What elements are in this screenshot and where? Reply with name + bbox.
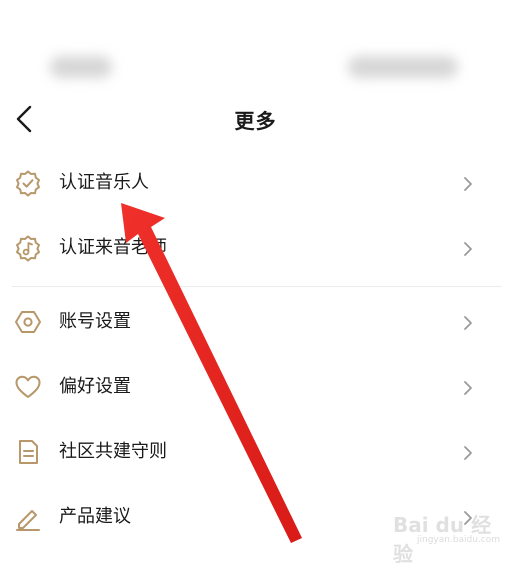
chevron-right-icon bbox=[464, 242, 472, 256]
status-bar bbox=[0, 0, 511, 100]
menu-item-label: 账号设置 bbox=[59, 311, 131, 332]
chevron-right-icon bbox=[464, 316, 472, 330]
menu-item-label: 认证音乐人 bbox=[59, 172, 149, 193]
verified-badge-icon bbox=[16, 170, 40, 197]
baidu-jingyan-watermark: Bai du 经验 jingyan.baidu.com bbox=[393, 505, 503, 566]
hexagon-settings-icon bbox=[15, 311, 41, 333]
document-icon bbox=[19, 440, 38, 464]
menu-item-community-rules[interactable]: 社区共建守则 bbox=[0, 421, 511, 486]
top-nav-bar: 更多 bbox=[0, 95, 511, 141]
section-divider bbox=[12, 286, 502, 287]
menu-item-certified-teacher[interactable]: 认证来音老师 bbox=[0, 217, 511, 282]
status-time-blurred bbox=[50, 56, 112, 78]
heart-icon bbox=[15, 375, 41, 398]
chevron-right-icon bbox=[464, 381, 472, 395]
menu-item-label: 产品建议 bbox=[59, 506, 131, 527]
menu-item-account-settings[interactable]: 账号设置 bbox=[0, 291, 511, 356]
pencil-icon bbox=[16, 510, 40, 531]
menu-item-label: 偏好设置 bbox=[59, 376, 131, 397]
chevron-right-icon bbox=[464, 177, 472, 191]
settings-menu: 认证音乐人 认证来音老师 账号设置 偏好设置 社区共建守则 产品建议 bbox=[0, 152, 511, 551]
menu-item-label: 认证来音老师 bbox=[59, 237, 167, 258]
menu-item-label: 社区共建守则 bbox=[59, 441, 167, 462]
menu-item-preferences[interactable]: 偏好设置 bbox=[0, 356, 511, 421]
chevron-right-icon bbox=[464, 446, 472, 460]
music-badge-icon bbox=[16, 235, 40, 262]
menu-item-certified-musician[interactable]: 认证音乐人 bbox=[0, 152, 511, 217]
watermark-url: jingyan.baidu.com bbox=[417, 535, 501, 545]
status-icons-blurred bbox=[348, 56, 458, 78]
page-title: 更多 bbox=[234, 109, 277, 133]
